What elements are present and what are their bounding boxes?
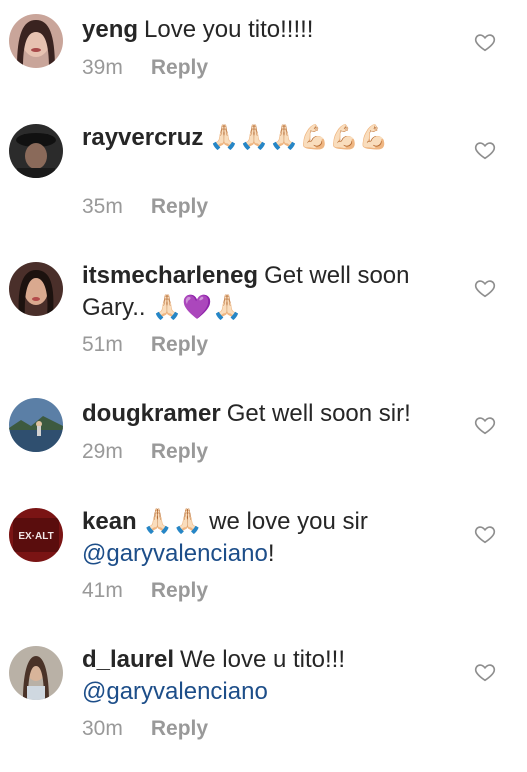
comment-text: dougkramer Get well soon sir! bbox=[82, 398, 460, 430]
avatar-logo-text: EX·ALT bbox=[18, 531, 53, 542]
timestamp: 30m bbox=[82, 717, 123, 740]
reply-button[interactable]: Reply bbox=[151, 579, 208, 602]
comment-text: itsmecharleneg Get well soon Gary.. 🙏🏻💜🙏🏻 bbox=[82, 260, 460, 324]
comment-meta: 51m Reply bbox=[82, 333, 208, 357]
comment-text: yeng Love you tito!!!!! bbox=[82, 14, 460, 46]
comment-suffix: ! bbox=[267, 540, 275, 567]
username[interactable]: rayvercruz bbox=[82, 124, 203, 151]
like-heart-icon[interactable] bbox=[474, 31, 496, 53]
comment-body: we love you sir bbox=[209, 508, 368, 535]
avatar[interactable] bbox=[9, 124, 63, 178]
comment-list: yeng Love you tito!!!!! 39m Reply rayvercr… bbox=[0, 0, 527, 772]
reply-button[interactable]: Reply bbox=[151, 56, 208, 79]
emoji-text: 🙏🏻💜🙏🏻 bbox=[152, 294, 242, 321]
username[interactable]: kean bbox=[82, 508, 137, 535]
reply-button[interactable]: Reply bbox=[151, 440, 208, 463]
like-heart-icon[interactable] bbox=[474, 661, 496, 683]
emoji-text: 🙏🏻🙏🏻 bbox=[142, 508, 203, 535]
comment-body: Get well soon sir! bbox=[226, 400, 411, 427]
comment-meta: 29m Reply bbox=[82, 440, 208, 464]
comment-text: d_laurel We love u tito!!! @garyvalencian… bbox=[82, 644, 460, 708]
comment-body: We love u tito!!! bbox=[180, 646, 346, 673]
comment-text: kean 🙏🏻🙏🏻 we love you sir @garyvalenciano… bbox=[82, 506, 460, 570]
timestamp: 29m bbox=[82, 440, 123, 463]
avatar[interactable]: EX·ALT bbox=[9, 508, 63, 562]
comment-meta: 35m Reply bbox=[82, 195, 208, 219]
username[interactable]: d_laurel bbox=[82, 646, 174, 673]
comment-body: Love you tito!!!!! bbox=[144, 16, 314, 43]
avatar[interactable] bbox=[9, 398, 63, 452]
avatar[interactable] bbox=[9, 646, 63, 700]
comment-text: rayvercruz 🙏🏻🙏🏻🙏🏻💪🏻💪🏻💪🏻 bbox=[82, 122, 460, 154]
comment-meta: 39m Reply bbox=[82, 56, 208, 80]
avatar[interactable] bbox=[9, 14, 63, 68]
avatar[interactable] bbox=[9, 262, 63, 316]
mention-link[interactable]: @garyvalenciano bbox=[82, 540, 268, 567]
mention-link[interactable]: @garyvalenciano bbox=[82, 678, 268, 705]
reply-button[interactable]: Reply bbox=[151, 195, 208, 218]
username[interactable]: itsmecharleneg bbox=[82, 262, 258, 289]
timestamp: 41m bbox=[82, 579, 123, 602]
reply-button[interactable]: Reply bbox=[151, 333, 208, 356]
like-heart-icon[interactable] bbox=[474, 523, 496, 545]
like-heart-icon[interactable] bbox=[474, 414, 496, 436]
emoji-text: 🙏🏻🙏🏻🙏🏻💪🏻💪🏻💪🏻 bbox=[209, 124, 389, 151]
username[interactable]: yeng bbox=[82, 16, 138, 43]
like-heart-icon[interactable] bbox=[474, 139, 496, 161]
username[interactable]: dougkramer bbox=[82, 400, 221, 427]
comment-meta: 30m Reply bbox=[82, 717, 208, 741]
timestamp: 51m bbox=[82, 333, 123, 356]
timestamp: 35m bbox=[82, 195, 123, 218]
timestamp: 39m bbox=[82, 56, 123, 79]
reply-button[interactable]: Reply bbox=[151, 717, 208, 740]
like-heart-icon[interactable] bbox=[474, 277, 496, 299]
comment-meta: 41m Reply bbox=[82, 579, 208, 603]
